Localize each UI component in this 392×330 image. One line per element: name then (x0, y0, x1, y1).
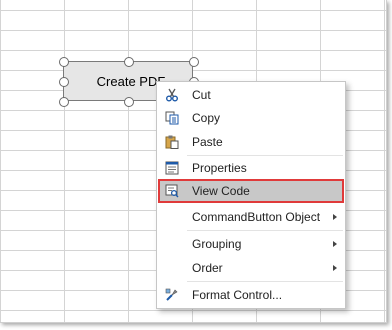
resize-handle-top-middle[interactable] (124, 57, 134, 67)
menu-item-label: Order (192, 261, 223, 275)
resize-handle-top-left[interactable] (59, 57, 69, 67)
view-code-icon (164, 183, 180, 199)
context-menu: Cut Copy Paste Properties View Code Comm… (156, 81, 346, 309)
menu-item-order[interactable]: Order (159, 257, 343, 279)
resize-handle-top-right[interactable] (189, 57, 199, 67)
menu-item-paste[interactable]: Paste (159, 131, 343, 153)
menu-item-label: CommandButton Object (192, 210, 321, 224)
resize-handle-bottom-left[interactable] (59, 97, 69, 107)
menu-item-copy[interactable]: Copy (159, 107, 343, 129)
menu-item-format-control[interactable]: Format Control... (159, 284, 343, 306)
menu-item-properties[interactable]: Properties (159, 157, 343, 179)
menu-separator (187, 155, 343, 156)
menu-item-label: View Code (192, 184, 250, 198)
submenu-arrow-icon (333, 241, 337, 247)
format-control-icon (164, 287, 180, 303)
menu-item-label: Grouping (192, 237, 242, 251)
menu-item-label: Paste (192, 135, 223, 149)
copy-icon (164, 110, 180, 126)
submenu-arrow-icon (333, 265, 337, 271)
submenu-arrow-icon (333, 214, 337, 220)
menu-item-label: Cut (192, 88, 211, 102)
resize-handle-bottom-middle[interactable] (124, 97, 134, 107)
menu-item-label: Properties (192, 161, 247, 175)
scissors-icon (164, 87, 180, 103)
menu-item-cut[interactable]: Cut (159, 84, 343, 106)
properties-icon (164, 160, 180, 176)
menu-item-commandbutton-object[interactable]: CommandButton Object (159, 206, 343, 228)
menu-separator (187, 230, 343, 231)
menu-item-label: Format Control... (192, 288, 283, 302)
resize-handle-middle-left[interactable] (59, 77, 69, 87)
menu-separator (187, 281, 343, 282)
menu-item-label: Copy (192, 111, 221, 125)
paste-icon (164, 134, 180, 150)
menu-item-view-code[interactable]: View Code (158, 179, 344, 203)
menu-item-grouping[interactable]: Grouping (159, 233, 343, 255)
